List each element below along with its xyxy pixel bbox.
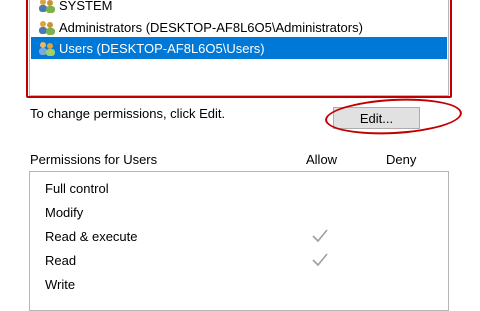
allow-checkmark-icon xyxy=(310,250,330,270)
permission-name: Read xyxy=(45,253,77,268)
permission-row: Read & execute xyxy=(45,226,445,246)
user-name: Administrators (DESKTOP-AF8L6O5\Administ… xyxy=(59,19,363,35)
permission-row: Full control xyxy=(45,178,445,198)
permission-name: Read & execute xyxy=(45,229,138,244)
permission-name: Modify xyxy=(45,205,84,220)
users-icon xyxy=(37,40,57,56)
user-row-administrators[interactable]: Administrators (DESKTOP-AF8L6O5\Administ… xyxy=(31,16,363,38)
user-name: SYSTEM xyxy=(59,0,113,13)
permissions-title: Permissions for Users xyxy=(30,152,158,167)
permission-row: Read xyxy=(45,250,445,270)
users-icon xyxy=(37,0,57,13)
allow-checkmark-icon xyxy=(310,226,330,246)
permissions-dialog: SYSTEM Administrators (DESKTOP-AF8L6O5\A… xyxy=(0,0,480,311)
user-row-users[interactable]: Users (DESKTOP-AF8L6O5\Users) xyxy=(31,37,447,59)
permissions-header: Permissions for Users Allow Deny xyxy=(30,152,450,168)
edit-button[interactable]: Edit... xyxy=(333,107,420,129)
allow-column-header: Allow xyxy=(306,152,338,167)
permission-row: Modify xyxy=(45,202,445,222)
deny-column-header: Deny xyxy=(386,152,417,167)
edit-hint-text: To change permissions, click Edit. xyxy=(30,106,226,121)
permission-name: Write xyxy=(45,277,76,292)
user-row-system[interactable]: SYSTEM xyxy=(31,0,112,16)
permission-row: Write xyxy=(45,274,445,294)
users-icon xyxy=(37,19,57,35)
permission-name: Full control xyxy=(45,181,109,196)
group-user-list[interactable]: SYSTEM Administrators (DESKTOP-AF8L6O5\A… xyxy=(29,0,449,96)
permissions-list: Full control Modify Read & execute Read … xyxy=(29,171,449,311)
user-name: Users (DESKTOP-AF8L6O5\Users) xyxy=(59,40,265,56)
